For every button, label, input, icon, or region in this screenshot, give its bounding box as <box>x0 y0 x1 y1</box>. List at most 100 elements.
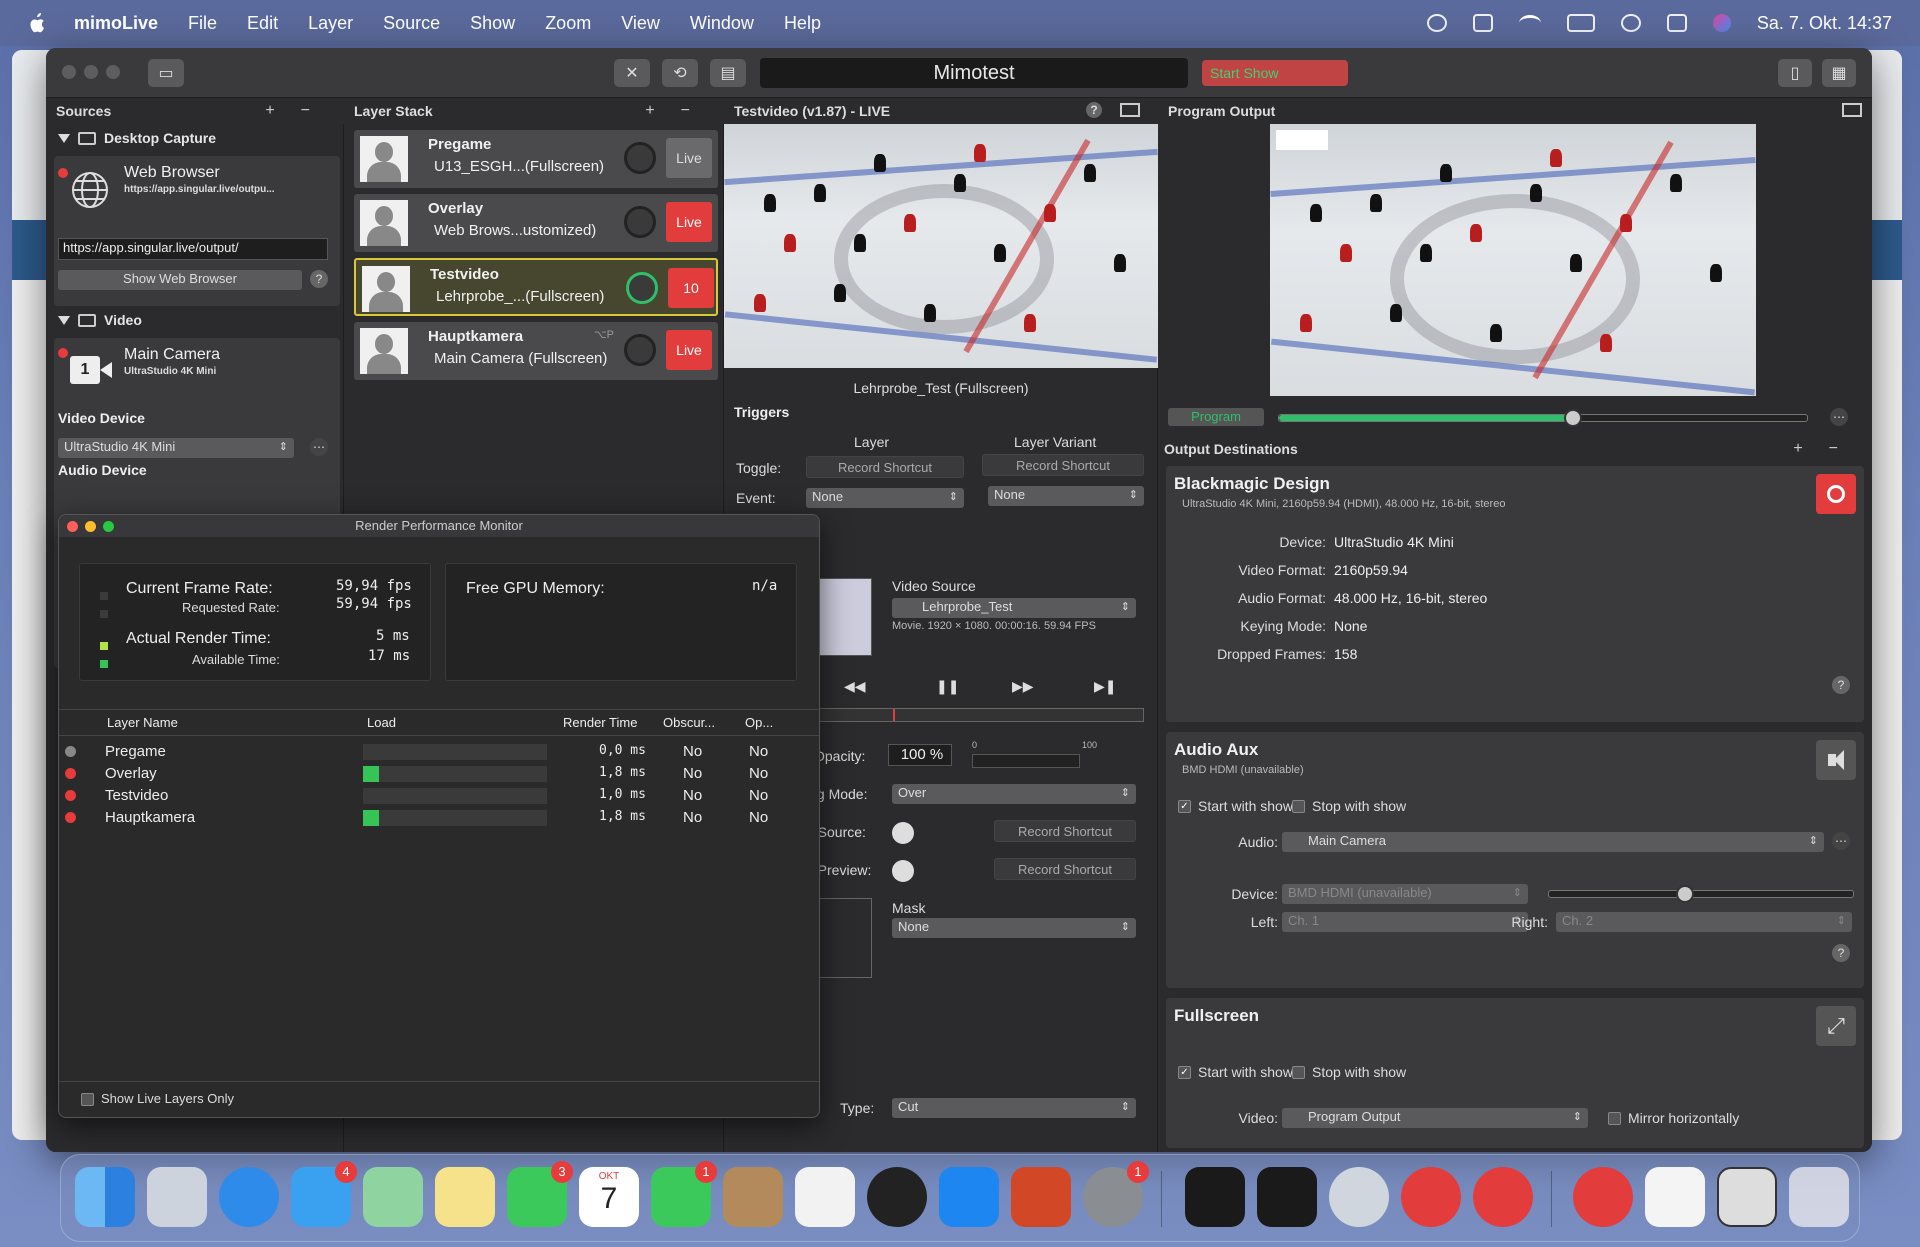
col-load[interactable]: Load <box>367 715 396 730</box>
more-icon[interactable]: ⋯ <box>1830 408 1848 426</box>
search-icon[interactable] <box>1620 14 1641 32</box>
source-toggle[interactable] <box>892 822 914 844</box>
show-web-browser-button[interactable]: Show Web Browser <box>58 270 302 290</box>
speaker-icon[interactable] <box>1816 740 1856 780</box>
reminders-icon[interactable] <box>795 1167 855 1227</box>
quicktime-icon[interactable] <box>1329 1167 1389 1227</box>
menu-app-name[interactable]: mimoLive <box>74 13 158 34</box>
time-machine-icon[interactable] <box>1426 14 1447 32</box>
maps-icon[interactable] <box>363 1167 423 1227</box>
col-render-time[interactable]: Render Time <box>563 715 637 730</box>
right-channel-select[interactable]: Ch. 2 <box>1556 912 1852 932</box>
show-live-only-checkbox[interactable] <box>81 1093 94 1106</box>
stop-with-show-checkbox[interactable] <box>1292 1066 1305 1079</box>
mail-icon[interactable]: 4 <box>291 1161 357 1227</box>
volume-knob[interactable] <box>624 334 656 366</box>
skip-end-icon[interactable]: ▶❚ <box>1094 678 1117 695</box>
fast-forward-icon[interactable]: ▶▶ <box>1012 678 1034 695</box>
layer-overlay[interactable]: Overlay Web Brows...ustomized) Live <box>354 194 718 252</box>
destination-fullscreen[interactable]: Fullscreen ⤢ ✓ Start with show Stop with… <box>1166 998 1864 1148</box>
more-icon[interactable]: ⋯ <box>310 438 328 456</box>
layer-pregame[interactable]: Pregame U13_ESGH...(Fullscreen) Live <box>354 130 718 188</box>
program-audio-slider[interactable] <box>1278 414 1808 422</box>
help-icon[interactable]: ? <box>1832 944 1850 962</box>
mimolive-icon-2[interactable] <box>1473 1167 1533 1227</box>
keyboard-icon[interactable] <box>1472 14 1493 32</box>
event-variant-select[interactable]: None <box>988 486 1144 506</box>
live-countdown-button[interactable]: 10 <box>668 268 714 308</box>
menu-source[interactable]: Source <box>383 13 440 34</box>
layer-hauptkamera[interactable]: Hauptkamera ⌥P Main Camera (Fullscreen) … <box>354 322 718 380</box>
terminal-icon[interactable] <box>1257 1167 1317 1227</box>
screen-icon[interactable] <box>1717 1167 1777 1227</box>
live-button[interactable]: Live <box>666 138 712 178</box>
control-center-icon[interactable] <box>1666 14 1687 32</box>
destination-add-remove[interactable]: +− <box>1793 436 1864 462</box>
menubar-clock[interactable]: Sa. 7. Okt. 14:37 <box>1757 13 1892 34</box>
siri-icon[interactable] <box>1712 14 1731 32</box>
rpm-zoom-button[interactable] <box>103 521 114 532</box>
obs-icon[interactable] <box>867 1167 927 1227</box>
destination-blackmagic[interactable]: Blackmagic Design UltraStudio 4K Mini, 2… <box>1166 466 1864 722</box>
menu-edit[interactable]: Edit <box>247 13 278 34</box>
record-shortcut-variant[interactable]: Record Shortcut <box>982 454 1144 476</box>
volume-knob[interactable] <box>624 142 656 174</box>
mimolive-icon[interactable] <box>1401 1167 1461 1227</box>
live-button[interactable]: Live <box>666 202 712 242</box>
rpm-close-button[interactable] <box>67 521 78 532</box>
col-layer-name[interactable]: Layer Name <box>107 715 178 730</box>
rpm-minimize-button[interactable] <box>85 521 96 532</box>
activity-monitor-icon[interactable] <box>1185 1167 1245 1227</box>
mimolive-icon-3[interactable] <box>1573 1167 1633 1227</box>
menu-view[interactable]: View <box>621 13 660 34</box>
url-field[interactable]: https://app.singular.live/output/ <box>58 238 328 260</box>
stop-with-show-checkbox[interactable] <box>1292 800 1305 813</box>
record-icon[interactable] <box>1816 474 1856 514</box>
expand-icon[interactable]: ⤢ <box>1816 1006 1856 1046</box>
zoom-button[interactable] <box>106 65 120 79</box>
start-show-button[interactable]: Start Show <box>1202 60 1348 86</box>
detach-icon[interactable] <box>1842 103 1862 117</box>
opacity-field[interactable]: 100 % <box>888 744 952 766</box>
menu-show[interactable]: Show <box>470 13 515 34</box>
system-settings-icon[interactable]: 1 <box>1083 1161 1149 1227</box>
video-source-select[interactable]: Lehrprobe_Test <box>892 598 1136 618</box>
preview-toggle[interactable] <box>892 860 914 882</box>
scrub-bar[interactable] <box>808 708 1144 722</box>
sources-add-remove[interactable]: +− <box>265 98 336 124</box>
live-button[interactable]: Live <box>666 330 712 370</box>
record-shortcut-source[interactable]: Record Shortcut <box>994 820 1136 842</box>
menu-layer[interactable]: Layer <box>308 13 353 34</box>
audio-level-slider[interactable] <box>1548 890 1854 898</box>
more-icon[interactable]: ⋯ <box>1832 832 1850 850</box>
minimize-button[interactable] <box>84 65 98 79</box>
mask-select[interactable]: None <box>892 918 1136 938</box>
menu-zoom[interactable]: Zoom <box>545 13 591 34</box>
menu-file[interactable]: File <box>188 13 217 34</box>
volume-knob[interactable] <box>626 272 658 304</box>
layout-icon[interactable]: ▯ <box>1778 59 1812 87</box>
menu-window[interactable]: Window <box>690 13 754 34</box>
close-button[interactable] <box>62 65 76 79</box>
launchpad-icon[interactable] <box>147 1167 207 1227</box>
volume-knob[interactable] <box>624 206 656 238</box>
col-obscured[interactable]: Obscur... <box>663 715 715 730</box>
messages-icon[interactable]: 1 <box>651 1161 717 1227</box>
program-button[interactable]: Program <box>1168 408 1264 426</box>
appstore-icon[interactable] <box>939 1167 999 1227</box>
table-row[interactable]: Overlay 1,8 ms No No <box>59 763 819 785</box>
detach-icon[interactable] <box>1120 103 1140 117</box>
help-icon[interactable]: ? <box>1086 102 1102 118</box>
device-select[interactable]: BMD HDMI (unavailable) <box>1282 884 1528 904</box>
menu-help[interactable]: Help <box>784 13 821 34</box>
finder-icon[interactable] <box>75 1167 135 1227</box>
col-opaque[interactable]: Op... <box>745 715 773 730</box>
battery-icon[interactable] <box>1566 14 1595 32</box>
powerpoint-icon[interactable] <box>1011 1167 1071 1227</box>
table-row[interactable]: Testvideo 1,0 ms No No <box>59 785 819 807</box>
blending-mode-select[interactable]: Over <box>892 784 1136 804</box>
sidebar-toggle-icon[interactable]: ▭ <box>148 59 184 87</box>
rewind-icon[interactable]: ◀◀ <box>844 678 866 695</box>
slider-thumb[interactable] <box>1676 885 1694 903</box>
source-web-browser[interactable]: Web Browser https://app.singular.live/ou… <box>54 156 340 306</box>
